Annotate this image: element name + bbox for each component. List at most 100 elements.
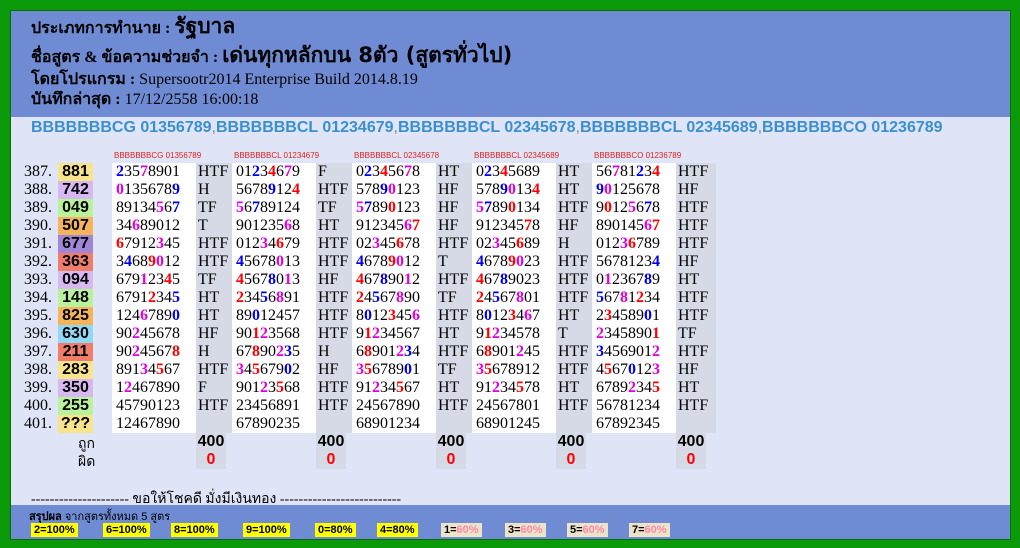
row-number: 393. [24,271,52,288]
digit: 4 [236,271,244,288]
digit: 4 [388,217,396,234]
digit: 3 [284,415,292,432]
hit-position-code: TF [436,289,476,307]
digit: 2 [596,307,604,324]
digit: 4 [508,217,516,234]
digit: 9 [492,415,500,432]
digit: 7 [364,181,372,198]
digit: 8 [116,199,124,216]
digit: 6 [252,271,260,288]
row-number: 389. [24,199,52,216]
hit-position-code: HTF [436,397,476,415]
digit: 8 [628,325,636,342]
predicted-digits: 89012457 [232,307,316,325]
digit: 9 [148,217,156,234]
digit: 3 [500,325,508,342]
digit: 1 [652,307,660,324]
summary-badge: 2=100% [31,523,78,537]
digit: 0 [380,415,388,432]
digit: 6 [604,397,612,414]
badge-percent: 100% [258,524,287,536]
summary-badge: 3=60% [505,523,546,537]
predicted-digits: 57890123 [352,181,436,199]
digit: 9 [628,343,636,360]
digit: 2 [524,271,532,288]
digit: 8 [596,217,604,234]
digit: 3 [644,163,652,180]
digit: 7 [612,289,620,306]
digit: 5 [532,415,540,432]
digit: 1 [140,289,148,306]
predicted-digits: 24567890 [352,289,436,307]
digit: 0 [156,253,164,270]
digit: 3 [476,361,484,378]
hit-position-code: TF [196,271,236,289]
digit: 9 [652,271,660,288]
digit: 3 [492,163,500,180]
digit: 3 [292,253,300,270]
digit: 8 [156,379,164,396]
digit: 4 [164,271,172,288]
digit: 9 [284,397,292,414]
digit: 6 [372,361,380,378]
digit: 2 [596,325,604,342]
digit: 9 [164,379,172,396]
digit: 5 [604,361,612,378]
hit-position-code [556,415,596,433]
digit: 5 [396,379,404,396]
correct-total: 400 [676,433,706,451]
digit: 8 [532,325,540,342]
digit: 0 [252,307,260,324]
digit: 5 [172,235,180,252]
digit: 3 [172,397,180,414]
digit: 7 [268,361,276,378]
digit: 9 [356,379,364,396]
program-value: Supersootr2014 Enterprise Build 2014.8.1… [139,71,418,88]
digit: 8 [484,415,492,432]
wrong-total: 0 [316,451,346,469]
digit: 2 [476,397,484,414]
digit: 9 [292,235,300,252]
hit-position-code: HTF [676,397,716,415]
digit: 1 [532,289,540,306]
digit: 7 [484,181,492,198]
hit-position-code: HT [436,325,476,343]
digit: 7 [244,343,252,360]
hit-position-code [316,415,356,433]
digit: 2 [364,235,372,252]
hit-position-code: HTF [676,289,716,307]
hit-position-code: HTF [436,343,476,361]
digit: 7 [172,199,180,216]
hit-position-code: T [196,217,236,235]
digit: 5 [276,379,284,396]
digit: 3 [260,163,268,180]
digit: 7 [284,235,292,252]
digit: 7 [612,253,620,270]
predicted-digits: 68901234 [352,415,436,433]
digit: 5 [372,289,380,306]
digit: 6 [628,271,636,288]
digit: 4 [132,307,140,324]
summary-badge: 4=80% [377,523,418,537]
predicted-digits: 67892345 [592,415,676,433]
digit: 4 [276,307,284,324]
hit-position-code: HTF [676,235,716,253]
digit: 4 [652,397,660,414]
digit: 3 [268,325,276,342]
digit: 0 [156,217,164,234]
digit: 2 [252,163,260,180]
digit: 7 [404,163,412,180]
digit: 1 [140,235,148,252]
digit: 7 [148,307,156,324]
predicted-digits: 89134567 [112,199,196,217]
digit: 9 [500,181,508,198]
digit: 5 [396,325,404,342]
digit: 3 [500,379,508,396]
predicted-digits: 56781234 [592,397,676,415]
digit: 8 [356,307,364,324]
digit: 3 [140,361,148,378]
digit: 4 [476,253,484,270]
digit: 4 [268,163,276,180]
digit: 4 [356,271,364,288]
digit: 3 [156,289,164,306]
